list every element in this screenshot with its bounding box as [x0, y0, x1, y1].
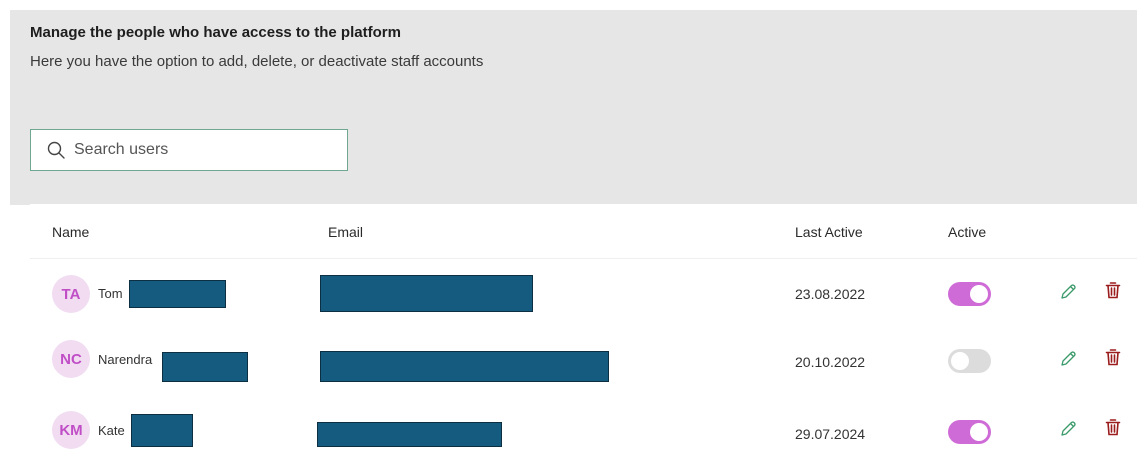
table-row: NC Narendra 20.10.2022 — [30, 328, 1137, 392]
search-input[interactable] — [72, 140, 326, 160]
column-header-last-active[interactable]: Last Active — [795, 224, 863, 240]
toggle-knob — [970, 423, 988, 441]
pencil-icon[interactable] — [1058, 282, 1078, 302]
search-box[interactable] — [30, 129, 348, 171]
toggle-knob — [970, 285, 988, 303]
column-header-email[interactable]: Email — [328, 224, 363, 240]
redaction-name — [131, 414, 193, 447]
last-active-date: 20.10.2022 — [795, 354, 866, 370]
redaction-name — [162, 352, 248, 382]
pencil-icon[interactable] — [1058, 419, 1078, 439]
redaction-email — [320, 351, 609, 382]
trash-icon[interactable] — [1103, 280, 1123, 300]
active-toggle[interactable] — [948, 420, 991, 444]
redaction-name — [129, 280, 226, 308]
trash-icon[interactable] — [1103, 347, 1123, 367]
table-row: TA Tom 23.08.2022 — [30, 262, 1137, 326]
table-row: KM Kate 29.07.2024 — [30, 396, 1137, 452]
last-active-date: 29.07.2024 — [795, 426, 866, 442]
active-toggle[interactable] — [948, 349, 991, 373]
user-name: Narendra — [98, 352, 153, 367]
redaction-email — [317, 422, 502, 447]
avatar: KM — [52, 411, 90, 449]
page-subtitle: Here you have the option to add, delete,… — [30, 53, 484, 70]
avatar: NC — [52, 340, 90, 378]
active-toggle[interactable] — [948, 282, 991, 306]
avatar: TA — [52, 275, 90, 313]
page-title: Manage the people who have access to the… — [30, 24, 401, 41]
trash-icon[interactable] — [1103, 417, 1123, 437]
user-name: Tom — [98, 286, 123, 301]
search-icon — [47, 141, 65, 159]
toggle-knob — [951, 352, 969, 370]
pencil-icon[interactable] — [1058, 349, 1078, 369]
page: Manage the people who have access to the… — [0, 0, 1137, 452]
column-header-active[interactable]: Active — [948, 224, 986, 240]
last-active-date: 23.08.2022 — [795, 286, 866, 302]
redaction-email — [320, 275, 533, 312]
user-name: Kate — [98, 423, 125, 438]
header-divider — [30, 258, 1137, 259]
column-header-name[interactable]: Name — [52, 224, 89, 240]
users-table: Name Email Last Active Active TA Tom 23.… — [30, 204, 1137, 452]
